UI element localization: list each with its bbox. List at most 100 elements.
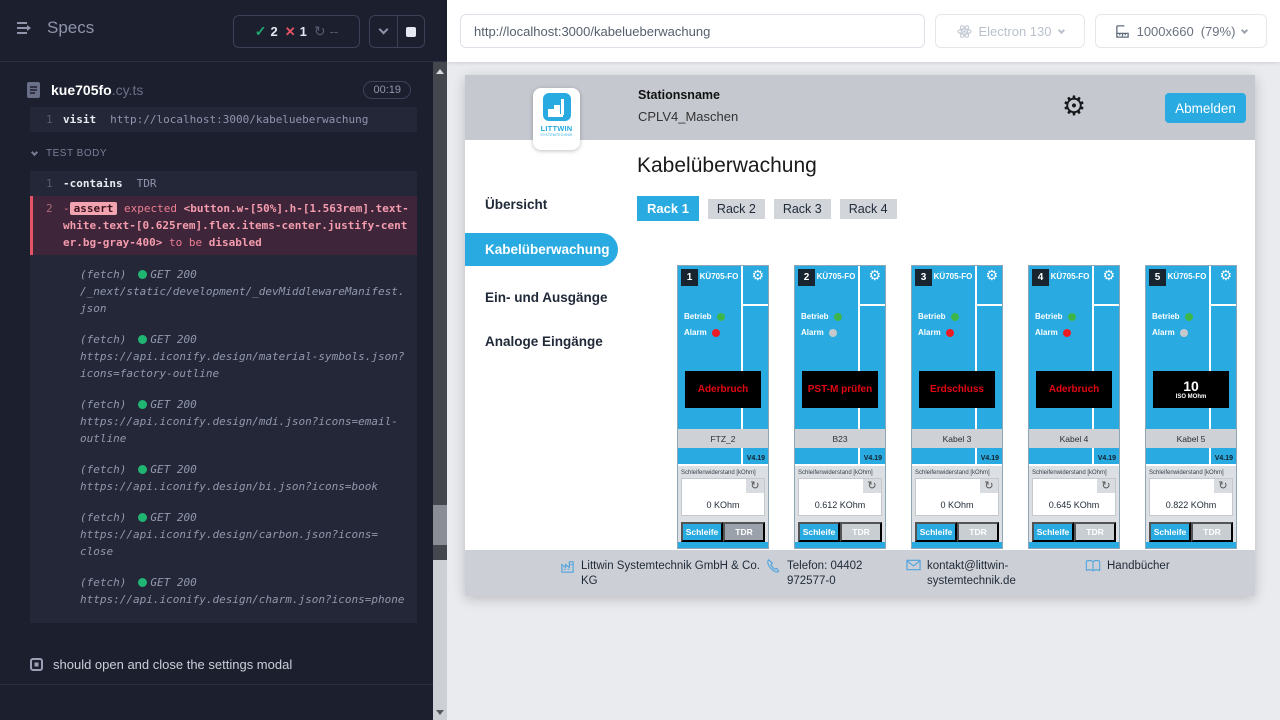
test-body-section-header[interactable]: TEST BODY (32, 145, 433, 162)
measurement-label: Schleifenwiderstand [kOhm] (1149, 470, 1233, 476)
schleife-button[interactable]: Schleife (1032, 522, 1074, 542)
tdr-button[interactable]: TDR (1074, 522, 1116, 542)
schleife-button[interactable]: Schleife (681, 522, 723, 542)
contains-command[interactable]: 1 -containsTDR (30, 171, 417, 196)
viewport-zoom: (79%) (1201, 24, 1236, 39)
sidebar-item-1[interactable]: Übersicht (485, 197, 547, 212)
card-settings-gear-icon[interactable]: ⚙ (868, 268, 881, 284)
tdr-button[interactable]: TDR (1191, 522, 1233, 542)
visit-command-arg: http://localhost:3000/kabelueberwachung (110, 113, 368, 126)
betrieb-led-row: Betrieb (918, 312, 959, 321)
fetch-url: https://api.iconify.design/mdi.json?​ico… (80, 415, 398, 445)
viewport-select[interactable]: 1000x660 (79%) (1095, 14, 1267, 48)
measurement-display: ↻0.645 KOhm (1032, 478, 1116, 516)
scroll-up-arrow-icon[interactable] (436, 69, 444, 74)
card-bottom-strip (912, 542, 1002, 548)
footer-item-4[interactable]: Handbücher (1085, 559, 1170, 574)
schleife-button[interactable]: Schleife (915, 522, 957, 542)
card-settings-gear-icon[interactable]: ⚙ (985, 268, 998, 284)
slot-number: 4 (1032, 269, 1049, 286)
url-input[interactable]: http://localhost:3000/kabelueberwachung (460, 14, 925, 48)
fetch-log-entry[interactable]: (fetch)GET 200https://api.iconify.design… (30, 324, 417, 389)
card-settings-gear-icon[interactable]: ⚙ (1102, 268, 1115, 284)
fetch-log-entry[interactable]: (fetch)GET 200https://api.iconify.design… (30, 567, 417, 615)
spec-file-row[interactable]: kue705fo .cy.ts 00:19 (0, 74, 433, 106)
card-settings-gear-icon[interactable]: ⚙ (751, 268, 764, 284)
measurement-value: 0.822 KOhm (1150, 500, 1232, 510)
sidebar-item-4[interactable]: Analoge Eingänge (485, 334, 603, 349)
version-strip: V4.19 (795, 448, 885, 464)
firmware-version: V4.19 (981, 455, 999, 462)
stop-button[interactable] (397, 16, 425, 47)
visit-command[interactable]: 1 visithttp://localhost:3000/kabelueberw… (30, 107, 417, 132)
firmware-version: V4.19 (1098, 455, 1116, 462)
aut-toolbar: http://localhost:3000/kabelueberwachung … (447, 0, 1280, 62)
spec-duration-badge: 00:19 (363, 81, 411, 99)
card-actions: SchleifeTDR (798, 522, 882, 542)
fetch-status: GET 200 (150, 576, 196, 589)
betrieb-label: Betrieb (684, 312, 712, 321)
refresh-icon[interactable]: ↻ (1214, 479, 1232, 493)
alarm-status-display: Aderbruch (685, 371, 761, 408)
fetch-url: https://api.iconify.design/bi.json?​icon… (80, 480, 378, 493)
brand-name: LITTWIN (541, 124, 573, 133)
fetch-log-entry[interactable]: (fetch)GET 200https://api.iconify.design… (30, 389, 417, 454)
rack-tab-2[interactable]: Rack 2 (708, 199, 765, 219)
measurement-panel: Schleifenwiderstand [kOhm]↻0 KOhmSchleif… (912, 464, 1002, 544)
device-model: KÜ705-FO (698, 272, 740, 281)
slot-number: 5 (1149, 269, 1166, 286)
reporter-footer: should open and close the settings modal (0, 645, 433, 720)
next-test-row[interactable]: should open and close the settings modal (0, 645, 433, 672)
rack-tab-1[interactable]: Rack 1 (637, 196, 699, 221)
alarm-status-text: Aderbruch (1049, 384, 1100, 395)
viewport-size: 1000x660 (1137, 24, 1194, 39)
refresh-icon[interactable]: ↻ (863, 479, 881, 493)
fetch-log-block: (fetch)GET 200/_next/static/development/… (30, 255, 417, 623)
reporter-header: Specs ✓ 2 ✕ 1 ↻ -- (0, 0, 447, 62)
refresh-icon[interactable]: ↻ (746, 479, 764, 493)
footer-item-2[interactable]: Telefon: 04402 972577-0 (766, 559, 887, 589)
fetch-log-entry[interactable]: (fetch)GET 200/_next/static/development/… (30, 259, 417, 324)
rack-tab-3[interactable]: Rack 3 (774, 199, 831, 219)
alarm-status-display: 10ISO MOhm (1153, 371, 1229, 408)
scrollbar-track-lower[interactable] (433, 560, 447, 720)
scrollbar-thumb[interactable] (433, 505, 447, 545)
scroll-down-arrow-icon[interactable] (436, 710, 444, 715)
schleife-button[interactable]: Schleife (1149, 522, 1191, 542)
panel-divider (741, 448, 743, 464)
card-actions: SchleifeTDR (1032, 522, 1116, 542)
refresh-icon[interactable]: ↻ (1097, 479, 1115, 493)
sidebar-item-3[interactable]: Ein- und Ausgänge (485, 290, 608, 305)
card-settings-gear-icon[interactable]: ⚙ (1219, 268, 1232, 284)
specs-menu-button[interactable]: Specs (16, 18, 94, 38)
slot-number: 2 (798, 269, 815, 286)
phone-icon (766, 559, 781, 589)
cypress-reporter-panel: Specs ✓ 2 ✕ 1 ↻ -- kue705fo .cy.ts 00: (0, 0, 447, 720)
panel-divider (743, 304, 768, 306)
tdr-button[interactable]: TDR (840, 522, 882, 542)
rack-tab-4[interactable]: Rack 4 (840, 199, 897, 219)
tdr-button[interactable]: TDR (723, 522, 765, 542)
tdr-button[interactable]: TDR (957, 522, 999, 542)
refresh-icon[interactable]: ↻ (980, 479, 998, 493)
betrieb-label: Betrieb (918, 312, 946, 321)
fetch-log-entry[interactable]: (fetch)GET 200https://api.iconify.design… (30, 502, 417, 567)
success-dot-icon (138, 335, 147, 344)
assert-state: disabled (209, 236, 262, 249)
url-text: http://localhost:3000/kabelueberwachung (474, 24, 710, 39)
fetch-log-entry[interactable]: (fetch)GET 200https://api.iconify.design… (30, 454, 417, 502)
logout-button[interactable]: Abmelden (1165, 93, 1246, 123)
collapse-button[interactable] (370, 16, 397, 47)
sidebar-item-2[interactable]: Kabelüberwachung (465, 233, 618, 266)
betrieb-led-icon (951, 313, 959, 321)
betrieb-led-row: Betrieb (684, 312, 725, 321)
panel-divider (975, 448, 977, 464)
alarm-led-icon (712, 329, 720, 337)
spec-extension: .cy.ts (112, 82, 144, 98)
schleife-button[interactable]: Schleife (798, 522, 840, 542)
footer-item-3[interactable]: kontakt@littwin-systemtechnik.de (906, 559, 1045, 589)
failed-assert-command[interactable]: 2 -assert expected <button.w-[50%].h-[1.… (30, 196, 417, 255)
settings-gear-icon[interactable]: ⚙ (1059, 92, 1089, 122)
reporter-scrollbar[interactable] (433, 62, 447, 720)
browser-select[interactable]: Electron 130 (935, 14, 1085, 48)
